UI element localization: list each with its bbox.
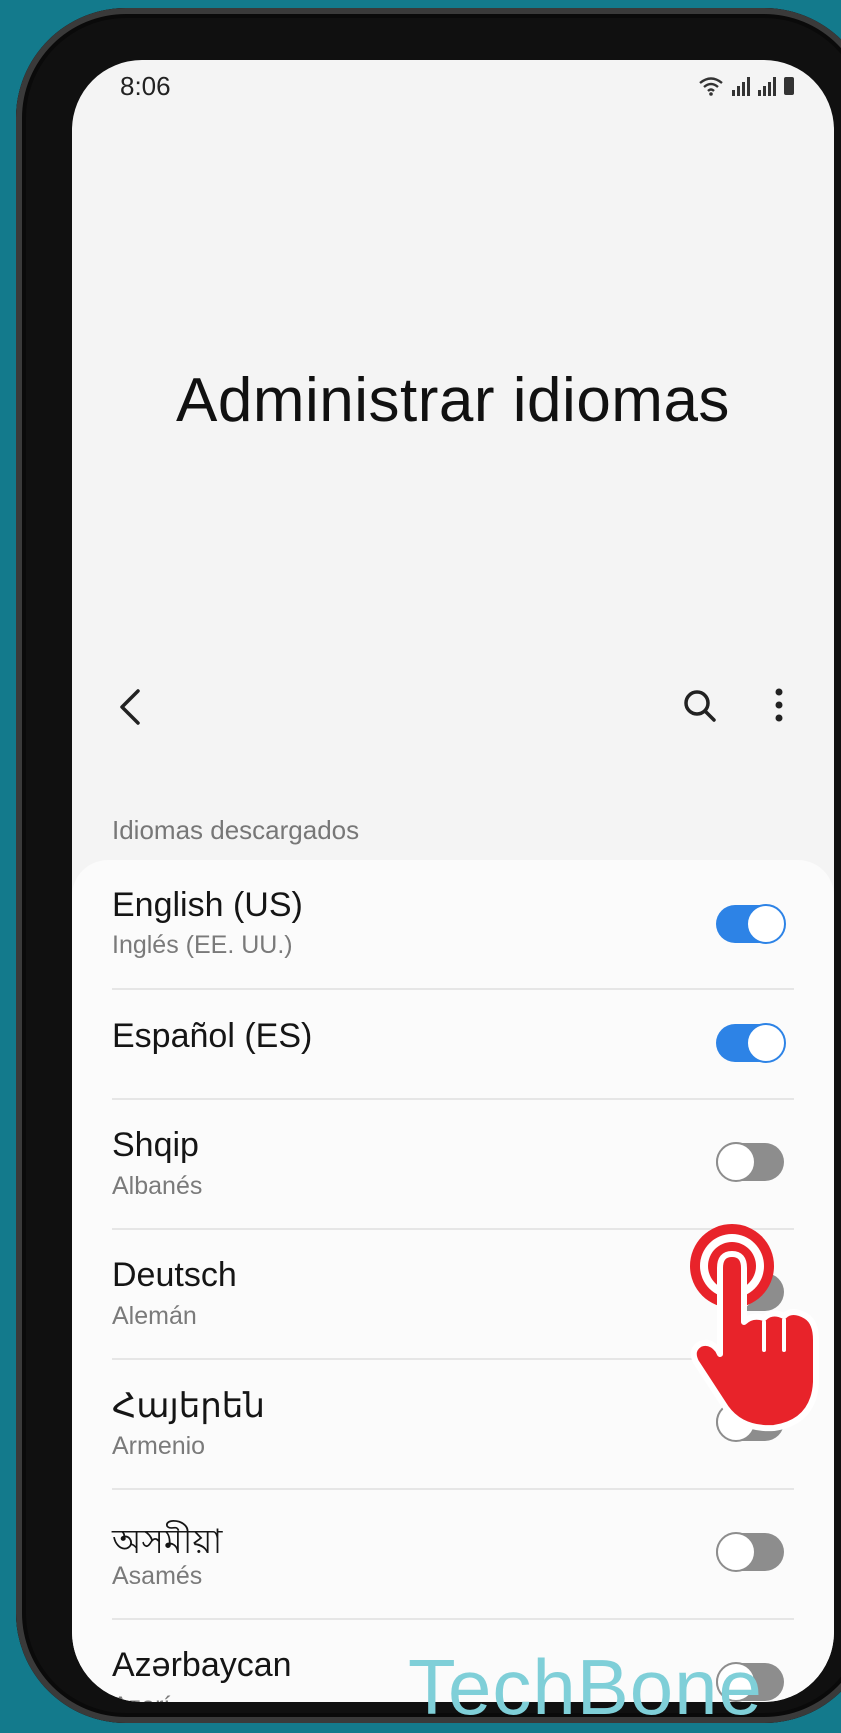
signal-icon-2 [758,76,776,96]
language-toggle[interactable] [716,904,786,944]
page-title: Administrar idiomas [176,366,730,435]
toggle-knob [716,1532,756,1572]
language-subtitle: Armenio [112,1432,206,1460]
language-subtitle: Alemán [112,1302,197,1330]
language-name: Deutsch [112,1256,237,1294]
language-name: Azərbaycan [112,1646,292,1684]
toggle-knob [716,1142,756,1182]
language-subtitle: Inglés (EE. UU.) [112,931,293,959]
status-icons [698,76,794,96]
chevron-left-icon [120,689,140,725]
toggle-knob [746,1023,786,1063]
language-name: Հայերեն [112,1387,265,1425]
language-name: English (US) [112,886,303,924]
search-icon [684,690,716,722]
language-row[interactable]: Shqip Albanés [112,1100,794,1230]
phone-frame: 8:06 Administrar idiomas Idiomas descarg… [16,8,841,1723]
toggle-knob [746,904,786,944]
language-subtitle: Albanés [112,1172,203,1200]
status-time: 8:06 [120,70,171,101]
screen: 8:06 Administrar idiomas Idiomas descarg… [72,60,834,1702]
language-name: Español (ES) [112,1017,313,1055]
search-button[interactable] [670,675,730,735]
watermark: TechBone [408,1643,763,1731]
language-toggle[interactable] [716,1142,784,1182]
toolbar [102,675,804,735]
tap-hand-icon [690,1224,819,1432]
language-row[interactable]: অসমীয়া Asamés [112,1490,794,1620]
more-vertical-icon [775,688,783,722]
language-subtitle: Asamés [112,1562,203,1590]
language-row[interactable]: English (US) Inglés (EE. UU.) [112,860,794,990]
section-label: Idiomas descargados [112,815,360,845]
language-toggle[interactable] [716,1023,786,1063]
language-row[interactable]: Español (ES) [112,990,794,1100]
more-options-button[interactable] [754,675,804,735]
language-name: Shqip [112,1126,199,1164]
battery-icon [784,77,794,95]
language-toggle[interactable] [716,1532,784,1572]
wifi-icon [699,77,723,96]
language-subtitle: Azerí [112,1692,170,1702]
status-bar: 8:06 [120,66,794,106]
signal-icon [732,76,750,96]
back-button[interactable] [102,675,162,735]
